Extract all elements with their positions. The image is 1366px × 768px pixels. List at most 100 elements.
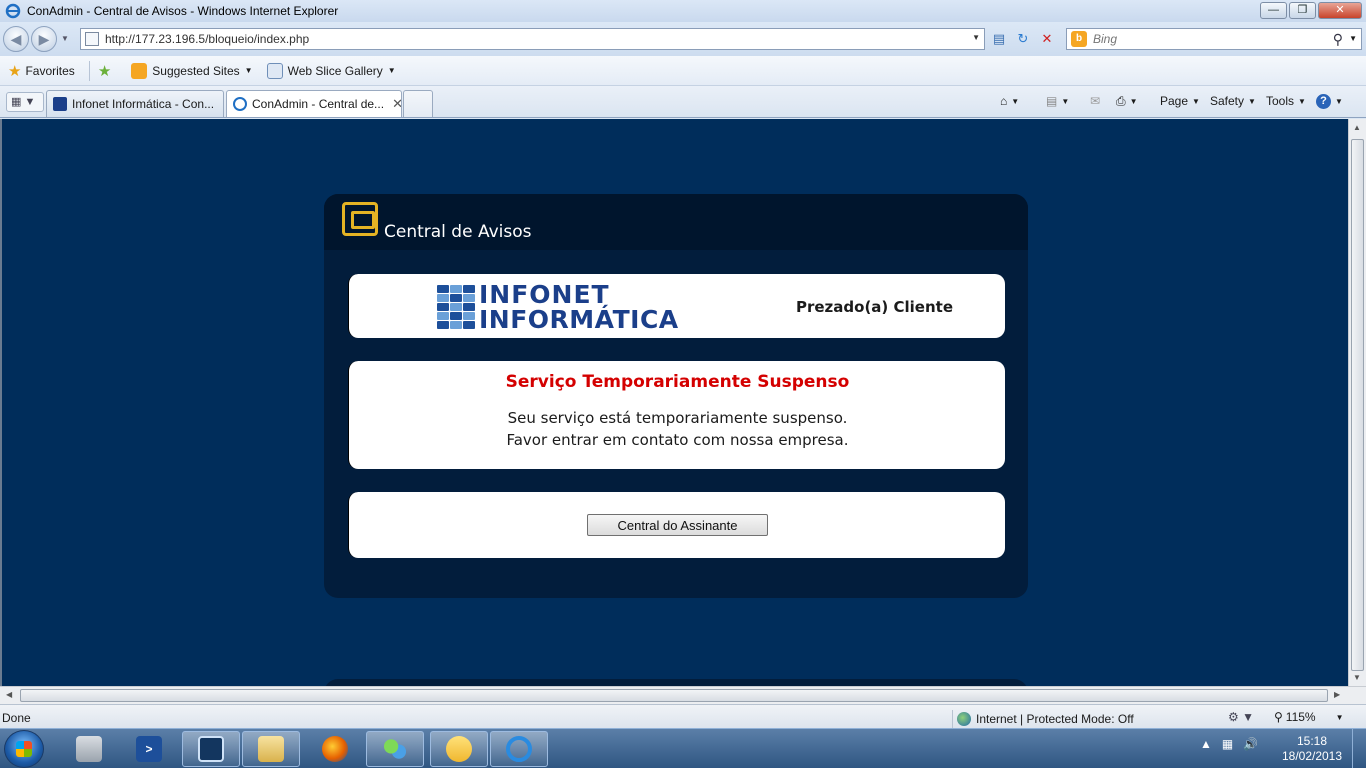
search-box[interactable]: b ⚲ ▼ [1066,28,1362,50]
new-tab-button[interactable] [403,90,433,117]
notice-title: Serviço Temporariamente Suspenso [505,372,850,392]
taskbar-messenger[interactable] [366,731,424,767]
favorites-button[interactable]: ★ Favorites [0,62,75,80]
scroll-left-icon[interactable]: ◀ [6,690,12,699]
page-menu[interactable]: Page ▼ [1160,94,1200,108]
tools-menu[interactable]: Tools ▼ [1266,94,1306,108]
central-do-assinante-button[interactable]: Central do Assinante [587,514,768,536]
taskbar-outlook[interactable] [430,731,488,767]
notice-box: Serviço Temporariamente Suspenso Seu ser… [348,361,1005,469]
show-hidden-icons[interactable]: ▲ [1200,737,1212,751]
zoom-control[interactable]: ⚲ 115% ▼ [1274,710,1344,724]
address-url[interactable]: http://177.23.196.5/bloqueio/index.php [105,32,309,46]
taskbar-powershell[interactable]: > [120,731,178,767]
suggested-sites-link[interactable]: Suggested Sites ▼ [131,62,253,79]
status-text: Done [2,711,31,725]
system-tray: ▲ ▦ 🔊 [1200,737,1258,751]
quick-tabs-button[interactable]: ▦ ▼ [6,92,44,112]
zoom-icon: ⚲ [1274,710,1283,724]
tools-menu-label: Tools [1266,94,1295,108]
server-icon [76,736,102,762]
horizontal-scroll-thumb[interactable] [20,689,1328,702]
powershell-icon: > [136,736,162,762]
horizontal-scrollbar[interactable]: ◀ ▶ [0,686,1366,704]
search-icon[interactable]: ⚲ [1333,31,1343,48]
show-desktop-button[interactable] [1352,729,1366,768]
compatibility-view-icon[interactable]: ▤ [988,28,1010,50]
scroll-down-icon[interactable]: ▼ [1353,673,1361,682]
close-window-button[interactable]: ✕ [1318,2,1362,19]
help-icon: ? [1316,94,1331,109]
taskbar-internet-explorer[interactable] [490,731,548,767]
logo-grid-icon [437,285,475,329]
tab-infonet[interactable]: Infonet Informática - Con... [46,90,224,117]
security-zone[interactable]: Internet | Protected Mode: Off [952,710,1134,728]
feeds-button[interactable]: ▤ ▼ [1046,94,1069,108]
page-icon [85,32,99,46]
secondary-panel [324,679,1028,686]
infonet-favicon [53,97,67,111]
refresh-icon[interactable]: ↻ [1012,28,1034,50]
clock-envelope-icon [446,736,472,762]
taskbar-firefox[interactable] [306,731,364,767]
notice-line-1: Seu serviço está temporariamente suspens… [507,409,848,427]
action-box: Central do Assinante [348,492,1005,558]
vertical-scrollbar[interactable]: ▲ ▼ [1348,119,1366,686]
zoom-level: 115% [1285,710,1316,724]
system-clock[interactable]: 15:18 18/02/2013 [1280,734,1344,764]
start-button[interactable] [4,730,44,768]
recent-pages-dropdown[interactable]: ▼ [61,34,69,43]
taskbar-explorer[interactable] [242,731,300,767]
tab-conadmin[interactable]: ConAdmin - Central de... ✕ [226,90,402,117]
favorites-separator [88,60,90,81]
notice-line-2: Favor entrar em contato com nossa empres… [506,431,849,449]
add-to-favorites-bar-button[interactable]: ★ [98,62,117,80]
notice-panel: Central de Avisos INFONET INFORMÁTICA Pr… [324,194,1028,598]
help-menu[interactable]: ? ▼ [1316,94,1343,109]
scroll-up-icon[interactable]: ▲ [1353,123,1361,132]
greeting-text: Prezado(a) Cliente [795,298,953,316]
safety-menu[interactable]: Safety ▼ [1210,94,1256,108]
web-slice-gallery-link[interactable]: Web Slice Gallery ▼ [266,62,396,79]
clock-date: 18/02/2013 [1281,749,1343,763]
favorites-bar: ★ Favorites ★ Suggested Sites ▼ Web Slic… [0,56,1366,86]
taskbar-remote-desktop[interactable] [182,731,240,767]
infonet-logo: INFONET INFORMÁTICA [437,282,679,332]
logo-line-2: INFORMÁTICA [479,305,679,334]
maximize-button[interactable]: ❐ [1289,2,1316,19]
chevron-down-icon: ▼ [244,66,253,75]
vertical-scroll-thumb[interactable] [1351,139,1364,671]
print-button[interactable]: ⎙ ▼ [1116,94,1138,109]
panel-title: Central de Avisos [384,222,532,242]
read-mail-button[interactable]: ✉ [1090,94,1100,108]
forward-button[interactable]: ▶ [31,26,57,52]
ie-favicon [233,97,247,111]
home-button[interactable]: ⌂ ▼ [1000,94,1019,108]
taskbar-server-manager[interactable] [60,731,118,767]
minimize-button[interactable]: — [1260,2,1287,19]
bing-icon: b [1071,31,1087,47]
favorites-star-icon: ★ [8,62,22,80]
close-tab-icon[interactable]: ✕ [392,96,401,112]
network-icon[interactable]: ▦ [1222,737,1233,751]
window-title: ConAdmin - Central de Avisos - Windows I… [27,4,339,18]
ie-logo-icon [5,3,21,19]
protected-mode-icon[interactable]: ⚙ ▼ [1228,710,1254,724]
header-box: INFONET INFORMÁTICA Prezado(a) Cliente [348,274,1005,338]
suggested-sites-icon [131,62,148,79]
logo-line-1: INFONET [479,280,610,309]
panel-header: Central de Avisos [324,194,1028,250]
navigation-bar: ◀ ▶ ▼ http://177.23.196.5/bloqueio/index… [0,22,1366,56]
zone-label: Internet | Protected Mode: Off [976,712,1134,726]
monitor-icon [342,202,378,236]
volume-icon[interactable]: 🔊 [1243,737,1258,751]
address-bar[interactable]: http://177.23.196.5/bloqueio/index.php ▼ [80,28,985,50]
back-button[interactable]: ◀ [3,26,29,52]
add-favorite-icon: ★ [97,62,112,80]
ie-icon [506,736,532,762]
search-input[interactable] [1093,32,1323,46]
stop-icon[interactable]: ✕ [1036,28,1058,50]
address-dropdown-icon[interactable]: ▼ [972,33,980,42]
scroll-right-icon[interactable]: ▶ [1334,690,1340,699]
search-options-dropdown[interactable]: ▼ [1349,34,1357,43]
